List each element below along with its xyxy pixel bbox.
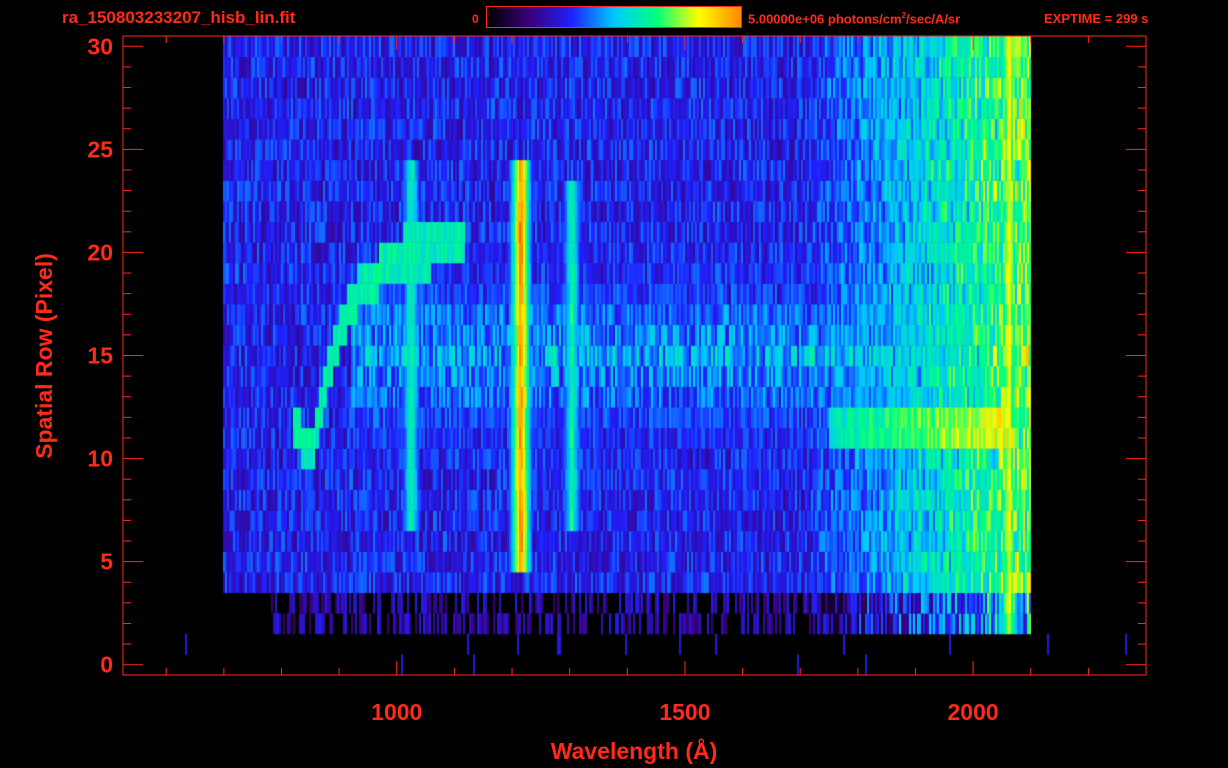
y-tick-label: 30 <box>87 33 113 59</box>
y-tick-label: 25 <box>87 136 113 162</box>
x-axis-label: Wavelength (Å) <box>551 737 718 764</box>
x-tick-label: 2000 <box>948 699 999 725</box>
x-tick-label: 1000 <box>371 699 422 725</box>
y-tick-label: 10 <box>87 446 113 472</box>
y-tick-label: 5 <box>100 549 113 575</box>
y-tick-label: 15 <box>87 343 113 369</box>
x-tick-label: 1500 <box>659 699 710 725</box>
spectrum-image-plot: 1000 1500 2000051015202530 Wavelength (Å) … <box>31 33 1147 764</box>
y-axis-label: Spatial Row (Pixel) <box>31 253 57 459</box>
y-tick-label: 20 <box>87 239 113 265</box>
spectrum-heatmap <box>123 36 1146 675</box>
y-tick-label: 0 <box>100 652 113 678</box>
